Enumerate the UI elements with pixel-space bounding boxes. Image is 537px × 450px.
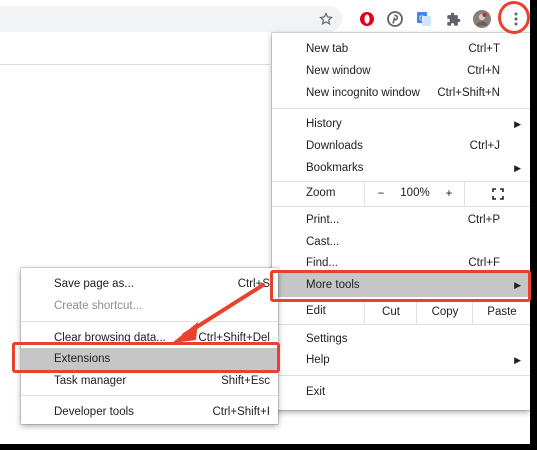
annotation-arrow-icon <box>172 283 265 343</box>
